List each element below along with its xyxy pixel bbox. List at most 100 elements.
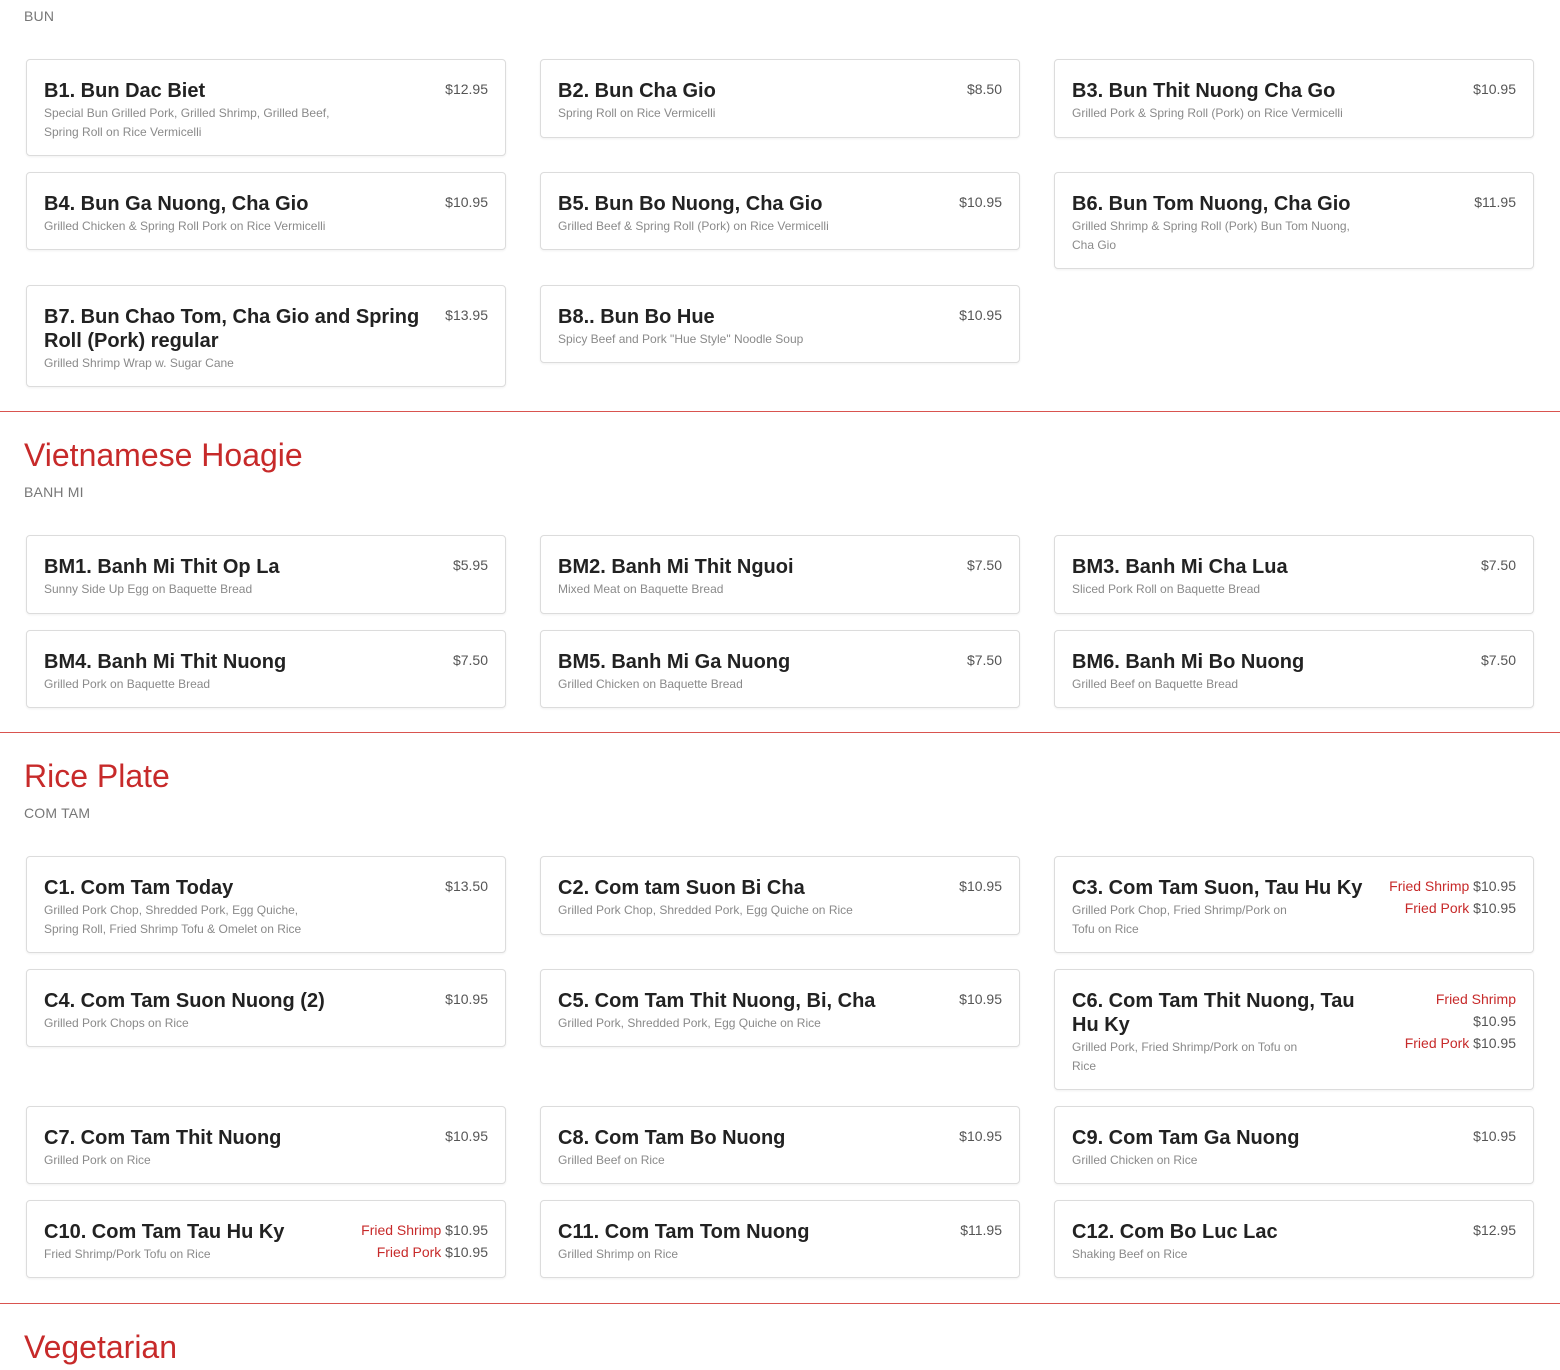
item-name: B5. Bun Bo Nuong, Cha Gio — [558, 193, 823, 215]
option-price: $10.95 — [1473, 1035, 1516, 1051]
option-label: Fried Pork — [1404, 900, 1470, 916]
menu-item-card[interactable]: B2. Bun Cha Gio Spring Roll on Rice Verm… — [540, 59, 1020, 138]
menu-item-card[interactable]: BM4. Banh Mi Thit Nuong Grilled Pork on … — [26, 630, 506, 708]
menu-item-card[interactable]: C2. Com tam Suon Bi Cha Grilled Pork Cho… — [540, 856, 1020, 935]
item-description: Sliced Pork Roll on Baquette Bread — [1072, 582, 1261, 596]
item-description: Spicy Beef and Pork "Hue Style" Noodle S… — [558, 332, 804, 346]
item-description: Special Bun Grilled Pork, Grilled Shrimp… — [44, 106, 330, 139]
item-description: Grilled Pork on Baquette Bread — [44, 677, 211, 691]
menu-item-card[interactable]: C11. Com Tam Tom Nuong Grilled Shrimp on… — [540, 1200, 1020, 1278]
item-description: Grilled Chicken on Baquette Bread — [558, 677, 743, 691]
menu-item-card[interactable]: BM3. Banh Mi Cha Lua Sliced Pork Roll on… — [1054, 535, 1534, 614]
item-price: $13.95 — [445, 307, 488, 323]
section-subtitle-bun: BUN — [24, 8, 55, 24]
menu-item-card[interactable]: B6. Bun Tom Nuong, Cha Gio Grilled Shrim… — [1054, 172, 1534, 269]
menu-item-card[interactable]: C5. Com Tam Thit Nuong, Bi, Cha Grilled … — [540, 969, 1020, 1047]
item-price: $10.95 — [959, 194, 1002, 210]
option-price: $10.95 — [445, 1222, 488, 1238]
item-name: B1. Bun Dac Biet — [44, 80, 206, 102]
item-name: B2. Bun Cha Gio — [558, 80, 716, 102]
menu-item-card[interactable]: B4. Bun Ga Nuong, Cha Gio Grilled Chicke… — [26, 172, 506, 250]
item-name: BM1. Banh Mi Thit Op La — [44, 556, 280, 578]
item-description: Grilled Shrimp on Rice — [558, 1247, 679, 1261]
section-title-vegetarian: Vegetarian — [24, 1329, 178, 1365]
menu-item-card[interactable]: C10. Com Tam Tau Hu Ky Fried Shrimp/Pork… — [26, 1200, 506, 1278]
option-price: $10.95 — [1473, 900, 1516, 916]
section-subtitle-hoagie: BANH MI — [24, 484, 84, 500]
item-price: $7.50 — [966, 652, 1002, 668]
menu-item-card[interactable]: C1. Com Tam Today Grilled Pork Chop, Shr… — [26, 856, 506, 953]
section-title-rice: Rice Plate — [24, 758, 170, 794]
item-price: $7.50 — [1480, 652, 1516, 668]
item-description: Grilled Beef on Baquette Bread — [1072, 677, 1239, 691]
item-description: Grilled Shrimp & Spring Roll (Pork) Bun … — [1072, 219, 1350, 252]
menu-item-card[interactable]: C8. Com Tam Bo Nuong Grilled Beef on Ric… — [540, 1106, 1020, 1184]
menu-item-card[interactable]: C3. Com Tam Suon, Tau Hu Ky Grilled Pork… — [1054, 856, 1534, 953]
item-price: $10.95 — [959, 991, 1002, 1007]
item-name: B6. Bun Tom Nuong, Cha Gio — [1072, 193, 1351, 215]
menu-item-card[interactable]: BM6. Banh Mi Bo Nuong Grilled Beef on Ba… — [1054, 630, 1534, 708]
menu-item-card[interactable]: B1. Bun Dac Biet Special Bun Grilled Por… — [26, 59, 506, 156]
price-option: Fried Shrimp $10.95 — [361, 1219, 488, 1241]
item-description: Grilled Pork & Spring Roll (Pork) on Ric… — [1072, 106, 1343, 120]
item-name: C2. Com tam Suon Bi Cha — [558, 877, 805, 899]
price-option: Fried Pork $10.95 — [1405, 1032, 1516, 1054]
item-name: C3. Com Tam Suon, Tau Hu Ky — [1072, 877, 1363, 899]
item-name: BM5. Banh Mi Ga Nuong — [558, 651, 791, 673]
item-name: C10. Com Tam Tau Hu Ky — [44, 1221, 285, 1243]
menu-item-card[interactable]: B7. Bun Chao Tom, Cha Gio and Spring Rol… — [26, 285, 506, 387]
price-option: Fried Pork $10.95 — [1389, 897, 1516, 919]
item-name: B4. Bun Ga Nuong, Cha Gio — [44, 193, 309, 215]
menu-item-card[interactable]: BM1. Banh Mi Thit Op La Sunny Side Up Eg… — [26, 535, 506, 614]
item-name: B3. Bun Thit Nuong Cha Go — [1072, 80, 1336, 102]
menu-item-card[interactable]: B3. Bun Thit Nuong Cha Go Grilled Pork &… — [1054, 59, 1534, 138]
item-price: $7.50 — [452, 652, 488, 668]
item-description: Grilled Pork, Fried Shrimp/Pork on Tofu … — [1072, 1040, 1298, 1073]
item-price: $11.95 — [960, 1222, 1002, 1238]
item-description: Shaking Beef on Rice — [1072, 1247, 1188, 1261]
item-description: Grilled Pork Chop, Shredded Pork, Egg Qu… — [558, 903, 853, 917]
menu-item-card[interactable]: C7. Com Tam Thit Nuong Grilled Pork on R… — [26, 1106, 506, 1184]
item-price: $7.50 — [1480, 557, 1516, 573]
price-option: Fried Shrimp $10.95 — [1405, 988, 1516, 1032]
item-description: Grilled Pork Chop, Fried Shrimp/Pork on … — [1072, 903, 1287, 936]
item-price: $12.95 — [1473, 1222, 1516, 1238]
price-option: Fried Shrimp $10.95 — [1389, 875, 1516, 897]
item-name: BM2. Banh Mi Thit Nguoi — [558, 556, 794, 578]
menu-item-card[interactable]: C4. Com Tam Suon Nuong (2) Grilled Pork … — [26, 969, 506, 1047]
item-name: C4. Com Tam Suon Nuong (2) — [44, 990, 325, 1012]
item-price: $10.95 — [959, 307, 1002, 323]
menu-item-card[interactable]: C12. Com Bo Luc Lac Shaking Beef on Rice… — [1054, 1200, 1534, 1278]
item-price: $7.50 — [966, 557, 1002, 573]
item-description: Grilled Pork Chop, Shredded Pork, Egg Qu… — [44, 903, 302, 936]
item-name: B7. Bun Chao Tom, Cha Gio and Spring Rol… — [44, 306, 420, 352]
item-description: Grilled Chicken & Spring Roll Pork on Ri… — [44, 219, 326, 233]
item-price: $11.95 — [1474, 194, 1516, 210]
option-label: Fried Shrimp — [1389, 878, 1470, 894]
item-price: $10.95 — [445, 1128, 488, 1144]
section-subtitle-rice: COM TAM — [24, 805, 91, 821]
menu-item-card[interactable]: BM5. Banh Mi Ga Nuong Grilled Chicken on… — [540, 630, 1020, 708]
item-description: Mixed Meat on Baquette Bread — [558, 582, 724, 596]
item-price: $10.95 — [445, 194, 488, 210]
item-description: Grilled Beef on Rice — [558, 1153, 665, 1167]
item-name: C12. Com Bo Luc Lac — [1072, 1221, 1278, 1243]
section-divider — [0, 411, 1560, 412]
item-description: Sunny Side Up Egg on Baquette Bread — [44, 582, 253, 596]
menu-item-card[interactable]: B8.. Bun Bo Hue Spicy Beef and Pork "Hue… — [540, 285, 1020, 363]
item-price: $10.95 — [1473, 81, 1516, 97]
item-price: $10.95 — [1473, 1128, 1516, 1144]
item-description: Grilled Pork Chops on Rice — [44, 1016, 189, 1030]
menu-item-card[interactable]: BM2. Banh Mi Thit Nguoi Mixed Meat on Ba… — [540, 535, 1020, 614]
menu-item-card[interactable]: B5. Bun Bo Nuong, Cha Gio Grilled Beef &… — [540, 172, 1020, 250]
option-label: Fried Shrimp — [1435, 991, 1516, 1007]
item-name: BM3. Banh Mi Cha Lua — [1072, 556, 1288, 578]
item-description: Fried Shrimp/Pork Tofu on Rice — [44, 1247, 211, 1261]
item-name: B8.. Bun Bo Hue — [558, 306, 715, 328]
menu-item-card[interactable]: C9. Com Tam Ga Nuong Grilled Chicken on … — [1054, 1106, 1534, 1184]
item-name: C5. Com Tam Thit Nuong, Bi, Cha — [558, 990, 876, 1012]
menu-item-card[interactable]: C6. Com Tam Thit Nuong, Tau Hu Ky Grille… — [1054, 969, 1534, 1090]
section-divider — [0, 1303, 1560, 1304]
item-name: C1. Com Tam Today — [44, 877, 234, 899]
item-name: C6. Com Tam Thit Nuong, Tau Hu Ky — [1072, 990, 1355, 1036]
